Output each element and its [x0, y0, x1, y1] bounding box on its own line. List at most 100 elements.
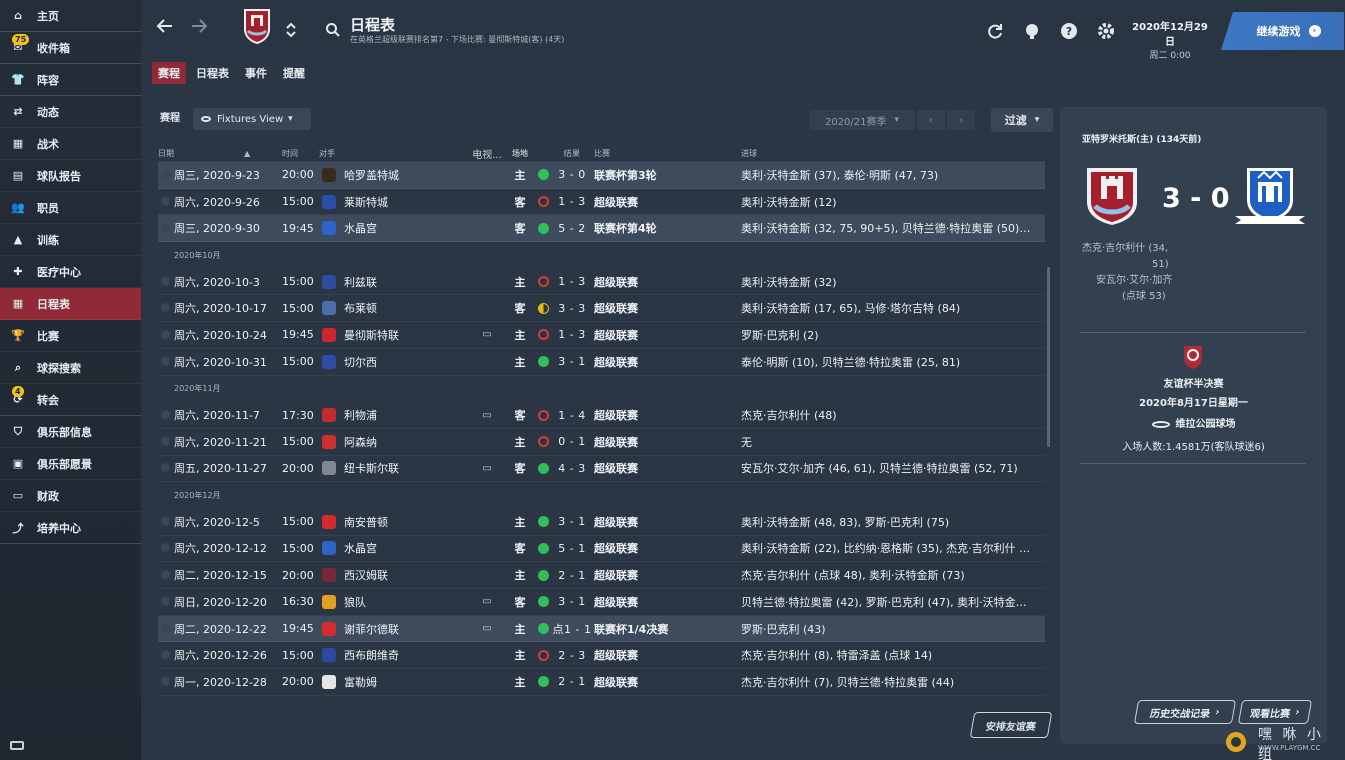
fixture-opponent[interactable]: 曼彻斯特联	[319, 327, 468, 343]
header-time[interactable]: 时间	[282, 148, 319, 159]
header-date[interactable]: 日期 ▲	[158, 148, 282, 159]
fixture-opponent[interactable]: 西汉姆联	[319, 567, 468, 583]
fixture-opponent[interactable]: 谢菲尔德联	[319, 621, 468, 637]
table-row[interactable]: 周六, 2020-10-24 19:45 曼彻斯特联 ▭ 主 1 - 3 超级联赛 罗斯·巴克…	[158, 322, 1045, 349]
sidebar-item-14[interactable]: ▣ 俱乐部愿景	[0, 448, 141, 480]
tab-0[interactable]: 赛程	[152, 62, 186, 84]
scrollbar[interactable]	[1047, 267, 1050, 447]
fixture-score[interactable]: 3 - 1	[552, 515, 592, 528]
refresh-icon[interactable]	[986, 22, 1004, 40]
header-competition[interactable]: 比赛	[592, 148, 741, 159]
fixture-competition[interactable]: 超级联赛	[592, 354, 741, 370]
table-row[interactable]: 周二, 2020-12-22 19:45 谢菲尔德联 ▭ 主 点1 - 1 联赛杯1/4决赛…	[158, 615, 1045, 643]
fixture-competition[interactable]: 超级联赛	[592, 647, 741, 663]
fixture-score[interactable]: 5 - 2	[552, 222, 592, 235]
fixture-competition[interactable]: 联赛杯第3轮	[592, 167, 741, 183]
fixture-score[interactable]: 1 - 3	[552, 275, 592, 288]
fixture-score[interactable]: 1 - 3	[552, 328, 592, 341]
sidebar-item-13[interactable]: ⛉ 俱乐部信息	[0, 416, 141, 448]
table-row[interactable]: 周六, 2020-10-31 15:00 切尔西 主 3 - 1 超级联赛 泰伦·明斯 (1…	[158, 349, 1045, 376]
fixture-competition[interactable]: 超级联赛	[592, 460, 741, 476]
fixture-competition[interactable]: 联赛杯第4轮	[592, 220, 741, 236]
fixture-competition[interactable]: 超级联赛	[592, 540, 741, 556]
club-crest-icon[interactable]	[242, 7, 272, 45]
table-row[interactable]: 周三, 2020-9-23 20:00 哈罗盖特城 主 3 - 0 联赛杯第3轮 奥利·沃特…	[158, 162, 1045, 189]
fixture-opponent[interactable]: 水晶宫	[319, 220, 468, 236]
fixture-score[interactable]: 2 - 1	[552, 675, 592, 688]
sidebar-item-3[interactable]: ⇄ 动态	[0, 96, 141, 128]
prev-season-button[interactable]: ‹	[917, 110, 945, 130]
brain-icon[interactable]	[1023, 22, 1041, 40]
fixture-opponent[interactable]: 布莱顿	[319, 300, 468, 316]
season-dropdown[interactable]: 2020/21赛季 ▾	[809, 110, 915, 130]
fixture-opponent[interactable]: 切尔西	[319, 354, 468, 370]
continue-game-button[interactable]: 继续游戏 ›	[1221, 12, 1344, 50]
fixture-score[interactable]: 2 - 1	[552, 569, 592, 582]
match-title[interactable]: 亚特罗米托斯(主) (134天前)	[1082, 132, 1201, 145]
chevron-updown-icon[interactable]	[285, 20, 297, 45]
fixture-competition[interactable]: 超级联赛	[592, 594, 741, 610]
fixture-opponent[interactable]: 纽卡斯尔联	[319, 460, 468, 476]
fixture-opponent[interactable]: 西布朗维奇	[319, 647, 468, 663]
sidebar-item-6[interactable]: 👥 职员	[0, 192, 141, 224]
tab-3[interactable]: 提醒	[277, 62, 311, 84]
header-result[interactable]: 结果	[552, 148, 592, 159]
table-row[interactable]: 周三, 2020-9-30 19:45 水晶宫 客 5 - 2 联赛杯第4轮 奥利·沃特金斯…	[158, 215, 1045, 243]
help-icon[interactable]: ?	[1060, 22, 1078, 40]
fixture-opponent[interactable]: 水晶宫	[319, 540, 468, 556]
sidebar-item-0[interactable]: ⌂ 主页	[0, 0, 141, 32]
fixture-opponent[interactable]: 利物浦	[319, 407, 468, 423]
keyboard-icon[interactable]	[10, 741, 24, 750]
next-season-button[interactable]: ›	[947, 110, 975, 130]
fixture-competition[interactable]: 联赛杯1/4决赛	[592, 621, 741, 637]
header-tv[interactable]: 电视...	[468, 146, 506, 161]
table-row[interactable]: 周日, 2020-12-20 16:30 狼队 ▭ 客 3 - 1 超级联赛 贝特兰德·特拉奥…	[158, 589, 1045, 616]
fixture-opponent[interactable]: 利兹联	[319, 274, 468, 290]
fixture-score[interactable]: 0 - 1	[552, 435, 592, 448]
sidebar-item-2[interactable]: 👕 阵容	[0, 64, 141, 96]
sidebar-item-15[interactable]: ▭ 财政	[0, 480, 141, 512]
fixture-score[interactable]: 4 - 3	[552, 462, 592, 475]
sidebar-item-16[interactable]: ⤴ 培养中心	[0, 512, 141, 544]
sidebar-item-5[interactable]: ▤ 球队报告	[0, 160, 141, 192]
fixture-opponent[interactable]: 狼队	[319, 594, 468, 610]
fixture-score[interactable]: 3 - 0	[552, 168, 592, 181]
sidebar-item-4[interactable]: ▦ 战术	[0, 128, 141, 160]
fixture-score[interactable]: 3 - 1	[552, 355, 592, 368]
fixture-opponent[interactable]: 哈罗盖特城	[319, 167, 468, 183]
fixture-opponent[interactable]: 阿森纳	[319, 434, 468, 450]
view-dropdown[interactable]: Fixtures View ▾	[193, 108, 311, 130]
fixture-competition[interactable]: 超级联赛	[592, 407, 741, 423]
fixture-competition[interactable]: 超级联赛	[592, 327, 741, 343]
back-arrow-icon[interactable]	[155, 16, 175, 41]
table-row[interactable]: 周六, 2020-10-17 15:00 布莱顿 客 3 - 3 超级联赛 奥利·沃特金斯 …	[158, 295, 1045, 323]
fixture-score[interactable]: 2 - 3	[552, 649, 592, 662]
fixture-score[interactable]: 1 - 3	[552, 195, 592, 208]
fixture-competition[interactable]: 超级联赛	[592, 434, 741, 450]
sidebar-item-8[interactable]: ✚ 医疗中心	[0, 256, 141, 288]
header-goals[interactable]: 进球	[741, 148, 1031, 159]
tab-1[interactable]: 日程表	[190, 62, 235, 84]
arrange-friendly-button[interactable]: 安排友谊赛	[969, 712, 1053, 738]
fixture-competition[interactable]: 超级联赛	[592, 274, 741, 290]
fixture-score[interactable]: 点1 - 1	[552, 621, 592, 637]
fixture-opponent[interactable]: 莱斯特城	[319, 194, 468, 210]
search-icon[interactable]	[325, 22, 341, 38]
forward-arrow-icon[interactable]	[189, 16, 209, 41]
watch-match-button[interactable]: 观看比赛 ›	[1237, 700, 1313, 724]
table-row[interactable]: 周五, 2020-11-27 20:00 纽卡斯尔联 ▭ 客 4 - 3 超级联赛 安瓦尔·艾…	[158, 456, 1045, 483]
fixture-competition[interactable]: 超级联赛	[592, 194, 741, 210]
table-row[interactable]: 周六, 2020-10-3 15:00 利兹联 主 1 - 3 超级联赛 奥利·沃特金斯 (…	[158, 269, 1045, 296]
table-row[interactable]: 周六, 2020-12-12 15:00 水晶宫 客 5 - 1 超级联赛 奥利·沃特金斯 …	[158, 536, 1045, 563]
tab-2[interactable]: 事件	[239, 62, 273, 84]
fixture-score[interactable]: 5 - 1	[552, 542, 592, 555]
fixture-opponent[interactable]: 富勒姆	[319, 674, 468, 690]
table-row[interactable]: 周一, 2020-12-28 20:00 富勒姆 主 2 - 1 超级联赛 杰克·吉尔利什 …	[158, 669, 1045, 696]
home-crest-icon[interactable]	[1085, 166, 1139, 226]
table-row[interactable]: 周六, 2020-11-21 15:00 阿森纳 主 0 - 1 超级联赛无	[158, 429, 1045, 456]
fixture-competition[interactable]: 超级联赛	[592, 567, 741, 583]
fixture-score[interactable]: 1 - 4	[552, 409, 592, 422]
fixture-score[interactable]: 3 - 1	[552, 595, 592, 608]
header-venue[interactable]: 场地	[506, 148, 534, 159]
settings-gear-icon[interactable]	[1097, 22, 1115, 40]
